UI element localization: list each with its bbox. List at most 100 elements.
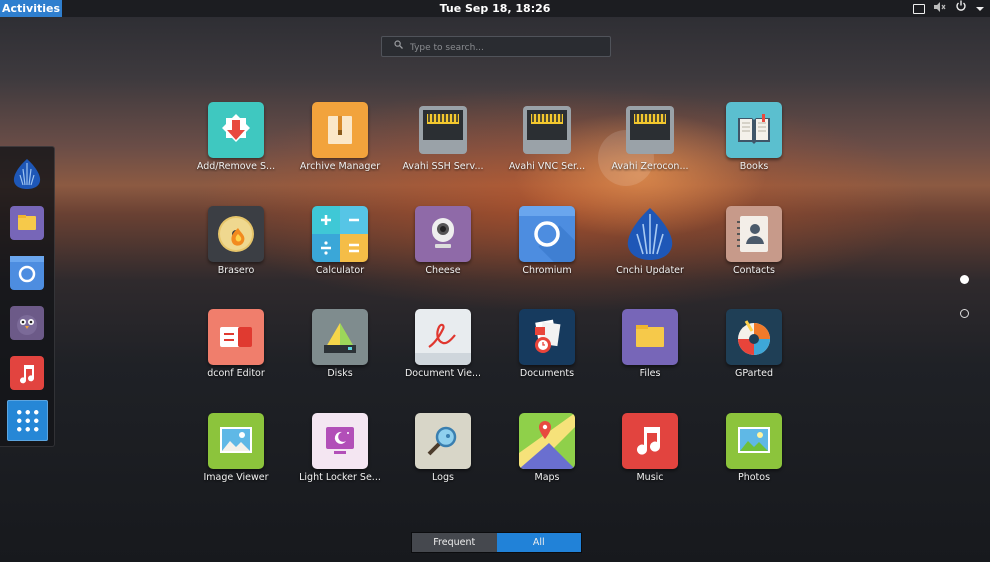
- network-port-icon: [415, 102, 471, 158]
- app-document-viewer[interactable]: Document Vie...: [393, 309, 493, 395]
- page-indicator-2[interactable]: [960, 309, 969, 318]
- power-icon[interactable]: [955, 0, 967, 17]
- music-icon: [20, 365, 35, 384]
- app-music[interactable]: Music: [600, 413, 700, 499]
- antergos-icon: [13, 159, 41, 189]
- top-bar: Activities Tue Sep 18, 18:26: [0, 0, 990, 17]
- dash-item-files[interactable]: [10, 206, 44, 240]
- app-label: Music: [636, 472, 664, 483]
- app-books[interactable]: Books: [704, 102, 804, 188]
- app-cnchi-updater[interactable]: Cnchi Updater: [600, 206, 700, 292]
- bird-icon: [17, 315, 37, 335]
- dash-item-pidgin[interactable]: [10, 306, 44, 340]
- app-label: Avahi Zerocon...: [611, 161, 689, 172]
- app-contacts[interactable]: Contacts: [704, 206, 804, 292]
- app-gparted[interactable]: GParted: [704, 309, 804, 395]
- app-label: Avahi SSH Serv...: [402, 161, 484, 172]
- dconf-icon: [208, 309, 264, 365]
- app-label: Document Vie...: [404, 368, 482, 379]
- chromium-icon: [10, 256, 44, 283]
- app-label: Documents: [519, 368, 575, 379]
- app-dconf-editor[interactable]: dconf Editor: [186, 309, 286, 395]
- documents-icon: [519, 309, 575, 365]
- app-files[interactable]: Files: [600, 309, 700, 395]
- folder-icon: [18, 215, 36, 230]
- disk-icon: [312, 309, 368, 365]
- logs-icon: [415, 413, 471, 469]
- all-tab[interactable]: All: [496, 533, 581, 552]
- app-label: GParted: [735, 368, 773, 379]
- app-photos[interactable]: Photos: [704, 413, 804, 499]
- app-documents[interactable]: Documents: [497, 309, 597, 395]
- network-port-icon: [622, 102, 678, 158]
- app-label: Logs: [432, 472, 454, 483]
- map-icon: [519, 413, 575, 469]
- book-icon: [726, 102, 782, 158]
- app-cheese[interactable]: Cheese: [393, 206, 493, 292]
- archive-icon: [312, 102, 368, 158]
- image-icon: [208, 413, 264, 469]
- app-label: Calculator: [315, 265, 365, 276]
- folder-icon: [622, 309, 678, 365]
- page-indicator-1[interactable]: [960, 275, 969, 284]
- app-label: Cheese: [425, 265, 461, 276]
- dash-item-chromium[interactable]: [10, 256, 44, 290]
- grid-icon: [15, 408, 40, 433]
- app-chromium[interactable]: Chromium: [497, 206, 597, 292]
- app-maps[interactable]: Maps: [497, 413, 597, 499]
- chevron-down-icon[interactable]: [976, 0, 984, 17]
- clock[interactable]: Tue Sep 18, 18:26: [0, 0, 990, 17]
- app-label: Maps: [534, 472, 560, 483]
- app-brasero[interactable]: Brasero: [186, 206, 286, 292]
- app-label: Chromium: [522, 265, 572, 276]
- disc-burner-icon: [208, 206, 264, 262]
- app-label: Add/Remove S...: [196, 161, 276, 172]
- volume-muted-icon[interactable]: [934, 0, 946, 17]
- app-label: Brasero: [217, 265, 255, 276]
- app-light-locker-settings[interactable]: Light Locker Se...: [290, 413, 390, 499]
- app-label: Archive Manager: [299, 161, 381, 172]
- document-viewer-icon: [415, 309, 471, 365]
- antergos-icon: [622, 206, 678, 262]
- dash: [0, 146, 55, 447]
- app-logs[interactable]: Logs: [393, 413, 493, 499]
- show-applications-button[interactable]: [7, 400, 48, 441]
- frequent-tab[interactable]: Frequent: [412, 533, 497, 552]
- screen-icon[interactable]: [913, 3, 925, 14]
- app-image-viewer[interactable]: Image Viewer: [186, 413, 286, 499]
- app-label: Image Viewer: [203, 472, 269, 483]
- screen-lock-icon: [312, 413, 368, 469]
- music-icon: [622, 413, 678, 469]
- app-disks[interactable]: Disks: [290, 309, 390, 395]
- app-avahi-zeroconf[interactable]: Avahi Zerocon...: [600, 102, 700, 188]
- search-box[interactable]: [381, 36, 611, 57]
- calculator-icon: [312, 206, 368, 262]
- contacts-icon: [726, 206, 782, 262]
- network-port-icon: [519, 102, 575, 158]
- search-input[interactable]: [408, 39, 607, 56]
- gparted-icon: [726, 309, 782, 365]
- app-label: Light Locker Se...: [299, 472, 381, 483]
- app-label: Avahi VNC Ser...: [508, 161, 586, 172]
- app-label: Disks: [327, 368, 353, 379]
- dash-item-cnchi-updater[interactable]: [10, 157, 44, 191]
- webcam-icon: [415, 206, 471, 262]
- app-label: Books: [739, 161, 769, 172]
- app-archive-manager[interactable]: Archive Manager: [290, 102, 390, 188]
- app-calculator[interactable]: Calculator: [290, 206, 390, 292]
- photo-icon: [726, 413, 782, 469]
- package-icon: [208, 102, 264, 158]
- chromium-icon: [519, 206, 575, 262]
- view-toggle: Frequent All: [411, 532, 582, 553]
- app-label: Cnchi Updater: [616, 265, 684, 276]
- app-label: Photos: [737, 472, 771, 483]
- app-label: dconf Editor: [207, 368, 265, 379]
- app-label: Contacts: [733, 265, 775, 276]
- dash-item-music[interactable]: [10, 356, 44, 390]
- app-avahi-ssh[interactable]: Avahi SSH Serv...: [393, 102, 493, 188]
- system-tray[interactable]: [913, 0, 984, 17]
- app-avahi-vnc[interactable]: Avahi VNC Ser...: [497, 102, 597, 188]
- app-label: Files: [639, 368, 661, 379]
- search-icon: [394, 40, 403, 52]
- app-add-remove-software[interactable]: Add/Remove S...: [186, 102, 286, 188]
